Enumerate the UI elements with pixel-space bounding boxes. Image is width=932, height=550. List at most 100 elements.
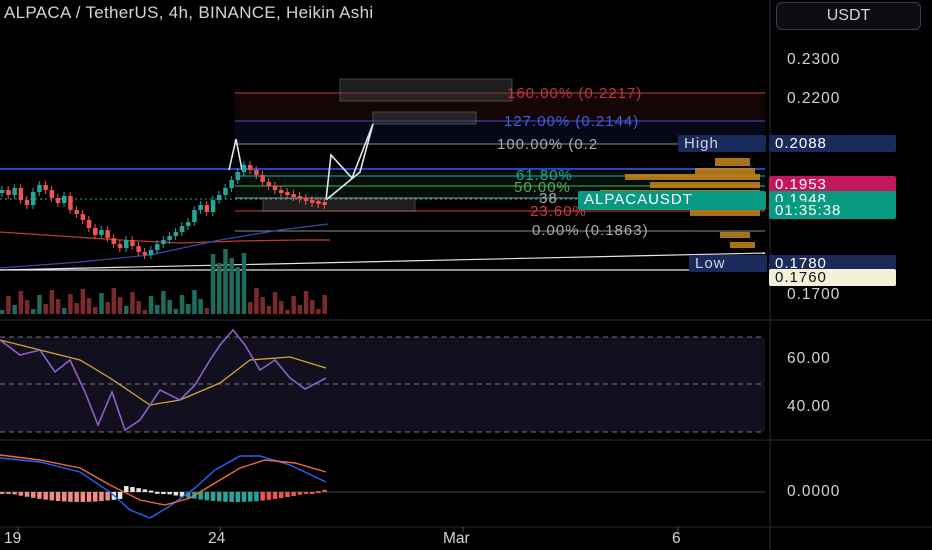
volume-bar bbox=[272, 292, 278, 314]
candle bbox=[254, 170, 259, 175]
macd-histogram-bar bbox=[303, 492, 309, 494]
macd-histogram-bar bbox=[37, 492, 42, 499]
volume-bar bbox=[192, 290, 197, 314]
price-axis-label: 0.1700 bbox=[787, 286, 841, 303]
candle bbox=[12, 188, 17, 195]
volume-bar bbox=[117, 297, 123, 314]
volume-bar bbox=[303, 291, 309, 314]
macd-histogram-bar bbox=[62, 492, 67, 502]
macd-histogram-bar bbox=[142, 489, 148, 492]
macd-histogram-bar bbox=[173, 492, 179, 496]
macd-histogram-bar bbox=[12, 492, 17, 495]
macd-histogram-bar bbox=[167, 492, 172, 495]
candle bbox=[217, 195, 222, 200]
candle bbox=[0, 190, 5, 193]
macd-histogram-bar bbox=[223, 492, 228, 502]
macd-histogram-bar bbox=[279, 492, 284, 499]
candle bbox=[74, 210, 79, 214]
macd-histogram-bar bbox=[80, 492, 86, 502]
candle bbox=[161, 240, 166, 244]
macd-histogram-bar bbox=[310, 492, 315, 494]
volume-bar bbox=[124, 306, 129, 314]
currency-button[interactable]: USDT bbox=[776, 2, 921, 30]
candle bbox=[279, 190, 284, 193]
fib-label-100: 100.00% (0.2 bbox=[497, 136, 599, 153]
volume-bar bbox=[229, 258, 234, 314]
volume-bar bbox=[291, 296, 296, 314]
volume-bar bbox=[111, 288, 117, 314]
volume-bar bbox=[93, 307, 98, 314]
macd-histogram-bar bbox=[86, 492, 92, 502]
candle bbox=[198, 205, 203, 210]
volume-bar bbox=[6, 296, 11, 314]
macd-histogram-bar bbox=[285, 492, 290, 498]
price-axis-label: 0.2200 bbox=[787, 90, 841, 107]
macd-histogram-bar bbox=[217, 492, 222, 502]
volume-bar bbox=[105, 302, 110, 314]
volume-bar bbox=[80, 289, 86, 314]
macd-histogram-bar bbox=[105, 492, 110, 501]
macd-histogram-bar bbox=[74, 492, 79, 502]
macd-histogram-bar bbox=[297, 492, 303, 495]
time-axis-label: Mar bbox=[443, 530, 470, 547]
volume-bar bbox=[37, 295, 42, 314]
candle bbox=[43, 185, 48, 190]
volume-bar bbox=[136, 301, 141, 314]
fib-label-160: 160.00% (0.2217) bbox=[507, 85, 643, 102]
volume-bar bbox=[68, 294, 73, 314]
fib-label-0: 0.00% (0.1863) bbox=[532, 222, 649, 239]
fib-label-127: 127.00% (0.2144) bbox=[504, 113, 640, 130]
candle bbox=[204, 205, 210, 212]
volume-bar bbox=[248, 302, 253, 314]
macd-histogram-bar bbox=[316, 491, 321, 494]
volume-bar bbox=[210, 254, 216, 314]
macd-histogram-bar bbox=[117, 492, 123, 499]
macd-histogram-bar bbox=[260, 492, 265, 501]
high-tag-label: High bbox=[678, 135, 766, 152]
macd-histogram-bar bbox=[124, 486, 129, 492]
volume-bar bbox=[260, 297, 265, 314]
candle bbox=[248, 165, 253, 170]
macd-histogram-bar bbox=[229, 492, 234, 502]
volume-bar bbox=[223, 249, 228, 314]
volume-bar bbox=[322, 295, 327, 314]
volume-bar bbox=[173, 309, 179, 314]
candle bbox=[148, 250, 154, 255]
volume-bar bbox=[148, 296, 154, 314]
candle bbox=[111, 238, 117, 244]
time-axis-label: 24 bbox=[208, 530, 226, 547]
volume-bar bbox=[130, 292, 135, 314]
candle bbox=[93, 228, 98, 235]
candle bbox=[210, 200, 216, 212]
volume-bar bbox=[62, 308, 67, 314]
candle bbox=[49, 190, 55, 198]
macd-histogram-bar bbox=[322, 489, 327, 492]
candle bbox=[55, 198, 61, 203]
macd-histogram-bar bbox=[272, 492, 278, 500]
macd-histogram-bar bbox=[130, 487, 135, 492]
macd-histogram-bar bbox=[43, 492, 48, 500]
symbol-tag: ALPACAUSDT bbox=[578, 191, 766, 210]
candle bbox=[24, 200, 30, 205]
candle bbox=[31, 192, 36, 205]
macd-pane bbox=[0, 454, 765, 519]
macd-histogram-bar bbox=[99, 492, 104, 502]
volume-bar bbox=[49, 290, 55, 314]
candle bbox=[62, 196, 67, 203]
macd-histogram-bar bbox=[24, 492, 30, 497]
candle bbox=[136, 246, 141, 252]
candle bbox=[297, 196, 303, 199]
volume-bar bbox=[235, 267, 241, 314]
candle bbox=[68, 196, 73, 210]
macd-histogram-bar bbox=[241, 492, 247, 502]
macd-histogram-bar bbox=[148, 490, 154, 493]
volume-bar bbox=[254, 288, 259, 314]
volume-bar bbox=[316, 309, 321, 314]
volume-bar bbox=[86, 298, 92, 314]
candle bbox=[99, 230, 104, 235]
candle bbox=[241, 165, 247, 172]
candle bbox=[86, 220, 92, 228]
candle bbox=[310, 200, 315, 203]
candle bbox=[235, 172, 241, 180]
volume-bar bbox=[161, 291, 166, 314]
